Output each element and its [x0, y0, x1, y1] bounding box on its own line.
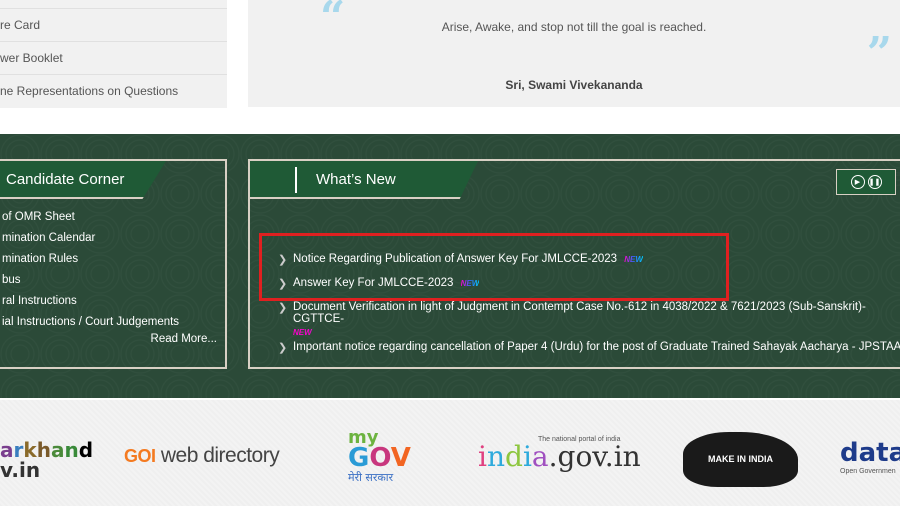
jharkhand-gov-logo[interactable]: arkhand v.in [0, 440, 93, 480]
data-gov-text: data [840, 438, 900, 468]
candidate-corner-panel: Candidate Corner of OMR Sheet mination C… [0, 159, 227, 369]
cc-item-general-instructions[interactable]: ral Instructions [2, 291, 179, 312]
make-in-india-text: MAKE IN INDIA [708, 454, 773, 464]
cc-item-special-instructions[interactable]: ial Instructions / Court Judgements [2, 312, 179, 333]
mygov-hindi-tagline: मेरी सरकार [348, 471, 394, 484]
new-badge-icon: NEW [460, 279, 480, 288]
play-circle-icon[interactable]: ▶ [850, 175, 865, 189]
logo-letter: a [50, 438, 65, 462]
logo-letter: n [486, 440, 506, 473]
candidate-corner-list: of OMR Sheet mination Calendar mination … [2, 207, 179, 333]
news-item[interactable]: ❯ Notice Regarding Publication of Answer… [278, 253, 900, 277]
news-item-label[interactable]: Notice Regarding Publication of Answer K… [293, 253, 617, 265]
whats-new-panel: What’s New ▶ ❚❚ ❯ Notice Regarding Publi… [248, 159, 900, 369]
news-item[interactable]: ❯ Document Verification in light of Judg… [278, 301, 900, 341]
whats-new-list: ❯ Notice Regarding Publication of Answer… [278, 253, 900, 355]
new-badge-icon: NEW [293, 328, 900, 337]
logo-letter: V [390, 443, 411, 473]
cc-item-exam-calendar[interactable]: mination Calendar [2, 228, 179, 249]
ticker-controls: ▶ ❚❚ [836, 169, 896, 195]
chevron-right-icon: ❯ [278, 342, 288, 354]
logo-domain: v.in [0, 458, 41, 482]
top-list-item-score-card[interactable]: re Card [0, 9, 227, 42]
india-gov-tagline: The national portal of india [538, 436, 621, 443]
logo-letter: i [522, 440, 532, 473]
chevron-right-icon: ❯ [278, 278, 288, 290]
whats-new-tab: What’s New [250, 161, 478, 199]
mygov-logo[interactable]: my GOV मेरी सरकार [348, 429, 428, 485]
goi-mark: GOI [124, 446, 156, 466]
close-quote-icon: ” [866, 28, 892, 79]
top-link-list: re Card wer Booklet ne Representations o… [0, 0, 227, 108]
logo-letter: d [78, 438, 94, 462]
logo-letter: i [478, 440, 487, 473]
logo-letter: O [369, 443, 391, 473]
tab-divider [295, 167, 297, 193]
page: re Card wer Booklet ne Representations o… [0, 0, 900, 506]
top-list-item-representations[interactable]: ne Representations on Questions [0, 75, 227, 108]
goi-web-directory-logo[interactable]: GOI web directory [124, 444, 280, 468]
news-band: Candidate Corner of OMR Sheet mination C… [0, 134, 900, 398]
news-item-label[interactable]: Document Verification in light of Judgme… [293, 301, 866, 325]
india-gov-logo[interactable]: The national portal of india india.gov.i… [478, 436, 641, 473]
data-gov-logo[interactable]: data Open Governmen [840, 438, 900, 475]
logo-domain: .gov.in [548, 440, 641, 473]
logo-letter: a [531, 440, 549, 473]
news-item[interactable]: ❯ Answer Key For JMLCCE-2023 NEW [278, 277, 900, 301]
news-item[interactable]: ❯ Important notice regarding cancellatio… [278, 341, 900, 355]
data-gov-subtitle: Open Governmen [840, 468, 896, 475]
logo-letter: n [64, 438, 79, 462]
logo-letter: d [505, 440, 523, 473]
chevron-right-icon: ❯ [278, 254, 288, 266]
quote-box: “ Arise, Awake, and stop not till the go… [248, 0, 900, 107]
cc-item-syllabus[interactable]: bus [2, 270, 179, 291]
pause-circle-icon[interactable]: ❚❚ [867, 175, 882, 189]
news-item-label[interactable]: Answer Key For JMLCCE-2023 [293, 277, 453, 289]
news-item-label[interactable]: Important notice regarding cancellation … [293, 341, 900, 353]
quote-author: Sri, Swami Vivekananda [505, 78, 643, 92]
whats-new-title: What’s New [316, 171, 396, 188]
read-more-link[interactable]: Read More... [151, 333, 217, 345]
cc-item-exam-rules[interactable]: mination Rules [2, 249, 179, 270]
logo-letter: G [348, 443, 370, 473]
chevron-right-icon: ❯ [278, 302, 288, 314]
top-list-item[interactable] [0, 0, 227, 9]
top-list-item-answer-booklet[interactable]: wer Booklet [0, 42, 227, 75]
make-in-india-lion-logo[interactable]: MAKE IN INDIA [683, 432, 798, 487]
partner-logos-strip: arkhand v.in GOI web directory my GOV मे… [0, 400, 900, 506]
candidate-corner-title: Candidate Corner [0, 161, 166, 199]
quote-text: Arise, Awake, and stop not till the goal… [441, 20, 707, 34]
new-badge-icon: NEW [624, 255, 643, 264]
cc-item-omr-sheet[interactable]: of OMR Sheet [2, 207, 179, 228]
goi-text: web directory [155, 444, 280, 467]
